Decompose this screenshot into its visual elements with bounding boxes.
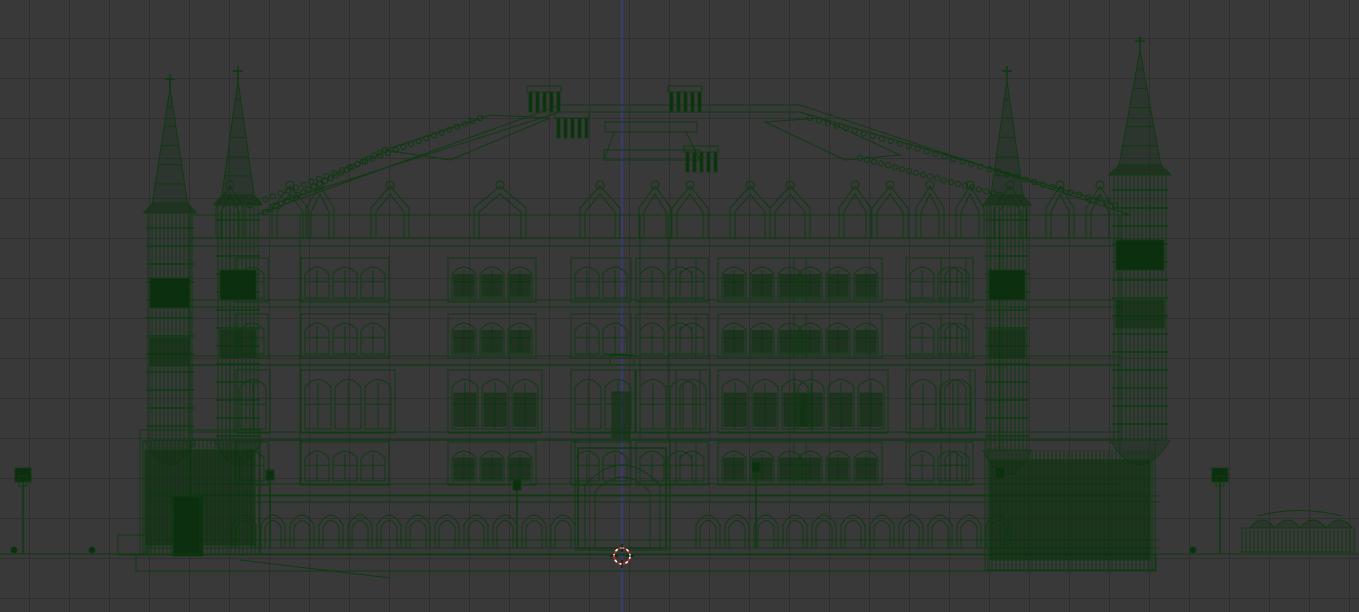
arch [318, 514, 344, 548]
arch [695, 514, 721, 548]
arch [376, 514, 402, 548]
window-group [300, 369, 396, 434]
dormer [769, 180, 811, 239]
arch [492, 514, 518, 548]
window-group [675, 313, 709, 359]
chimney [554, 111, 590, 139]
window-group [635, 313, 697, 359]
window-group [635, 257, 697, 303]
dormer [473, 180, 527, 239]
dormer [1085, 180, 1115, 239]
window-group [717, 441, 807, 486]
window-group [940, 313, 974, 359]
spire-cross-icon [1135, 36, 1145, 50]
building-wireframe[interactable] [0, 36, 1359, 579]
spire-cross-icon [233, 66, 243, 80]
dormer [370, 180, 410, 239]
3d-viewport[interactable] [0, 0, 1359, 612]
arch [550, 514, 576, 548]
arch [956, 514, 982, 548]
window-group [675, 257, 709, 303]
window-group [235, 369, 271, 434]
window-group [447, 313, 537, 359]
window-group [940, 257, 974, 303]
window-group [793, 441, 883, 486]
arch [521, 514, 547, 548]
dormer [729, 180, 771, 239]
street-lamp-icon [512, 479, 522, 548]
window-group [447, 369, 543, 434]
tower-left-of-right-pair [981, 66, 1033, 476]
tower-right-of-left-pair [212, 66, 264, 466]
arch [434, 514, 460, 548]
window-group [717, 313, 807, 359]
window-group [675, 441, 709, 486]
window-group [447, 257, 537, 303]
dormer [579, 180, 621, 239]
pavilion-right[interactable] [1241, 510, 1355, 553]
arch [840, 514, 866, 548]
ground-arches [231, 461, 1011, 548]
dormer [871, 180, 909, 239]
window-group [447, 441, 537, 486]
arch [289, 514, 315, 548]
arch [347, 514, 373, 548]
towers [117, 36, 1173, 571]
arch [724, 514, 750, 548]
arch [927, 514, 953, 548]
chimney [526, 85, 562, 113]
window-group [717, 257, 807, 303]
street-lamp-left[interactable] [10, 467, 96, 554]
dormer [671, 180, 709, 239]
arch [753, 514, 779, 548]
dormer [915, 180, 945, 239]
spire-cross-icon [165, 74, 175, 88]
chimney [667, 85, 703, 113]
window-group [300, 313, 390, 359]
spire-cross-icon [1002, 66, 1012, 80]
window-group [940, 441, 974, 486]
tower-right-outer [1107, 36, 1173, 466]
arch [260, 514, 286, 548]
window-group [300, 441, 390, 486]
tower-left-outer [142, 74, 198, 466]
dormer [638, 180, 672, 239]
street-lamp-right[interactable] [1189, 467, 1229, 554]
dormer [305, 180, 335, 239]
arch [463, 514, 489, 548]
window-group [300, 257, 390, 303]
window-group [793, 257, 883, 303]
dormer [838, 180, 872, 239]
tower-base [984, 439, 1156, 571]
window-group [793, 369, 889, 434]
windows [235, 257, 976, 486]
dormers [215, 180, 1115, 239]
arch [405, 514, 431, 548]
window-group [793, 313, 883, 359]
arch [782, 514, 808, 548]
arch [898, 514, 924, 548]
street-lamp-icon [265, 469, 275, 548]
arch [869, 514, 895, 548]
arch [811, 514, 837, 548]
